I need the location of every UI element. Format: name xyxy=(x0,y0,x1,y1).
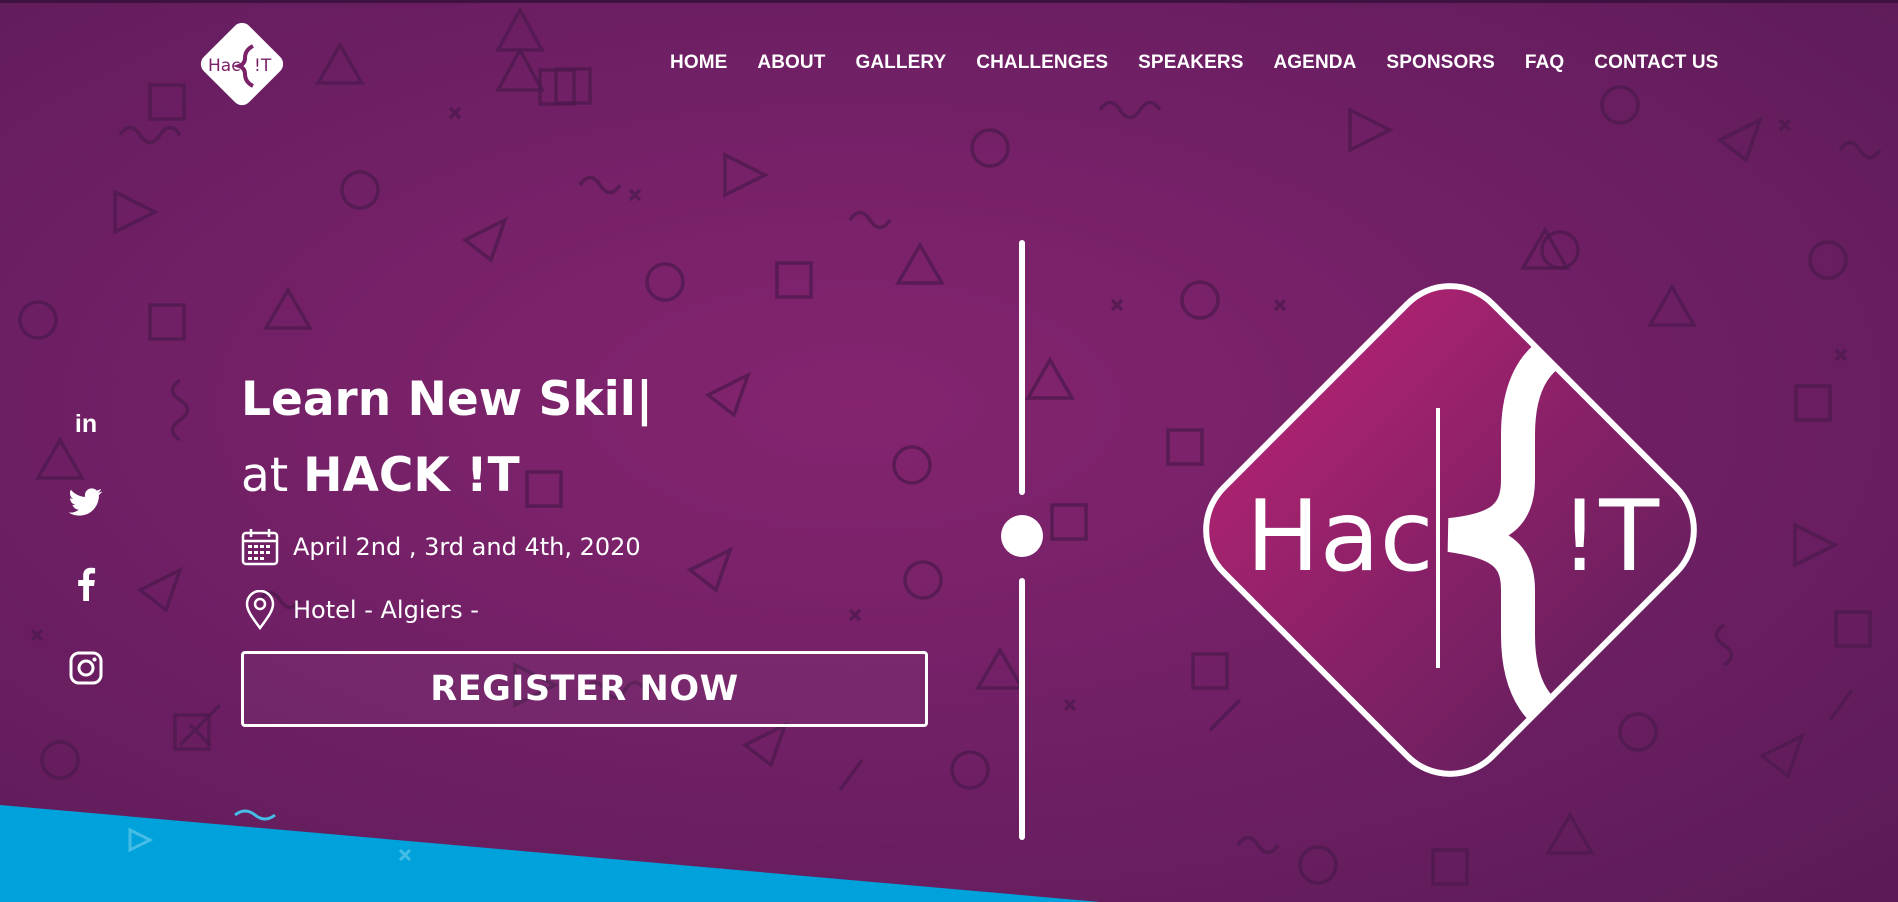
event-location-row: Hotel - Algiers - xyxy=(241,590,479,630)
svg-text:!T: !T xyxy=(254,56,272,76)
nav-about[interactable]: ABOUT xyxy=(757,52,825,74)
nav-faq[interactable]: FAQ xyxy=(1525,52,1564,74)
nav-home[interactable]: HOME xyxy=(670,52,727,74)
headline-brand: HACK !T xyxy=(303,448,520,503)
nav-agenda[interactable]: AGENDA xyxy=(1273,52,1356,74)
nav-sponsors[interactable]: SPONSORS xyxy=(1386,52,1495,74)
event-date-row: April 2nd , 3rd and 4th, 2020 xyxy=(241,528,641,566)
headline-line-1: Learn New Skil| xyxy=(241,372,654,427)
facebook-icon xyxy=(78,567,96,601)
nav-speakers[interactable]: SPEAKERS xyxy=(1138,52,1243,74)
headline-line-2: at HACK !T xyxy=(241,438,653,514)
svg-text:Hac: Hac xyxy=(1246,480,1434,594)
vertical-divider xyxy=(1001,240,1043,840)
header-logo[interactable]: Hac !T xyxy=(190,12,294,116)
svg-text:!T: !T xyxy=(1560,480,1660,594)
event-location: Hotel - Algiers - xyxy=(293,596,479,624)
hero-headline: Learn New Skil| at HACK !T xyxy=(241,362,653,514)
calendar-icon xyxy=(241,529,279,566)
twitter-icon xyxy=(69,488,103,516)
nav-contact-us[interactable]: CONTACT US xyxy=(1594,52,1718,74)
event-date: April 2nd , 3rd and 4th, 2020 xyxy=(293,533,641,561)
linkedin-link[interactable]: in xyxy=(66,404,106,444)
twitter-link[interactable] xyxy=(66,482,106,522)
facebook-link[interactable] xyxy=(66,564,106,604)
hero-logo: Hac !T xyxy=(1203,283,1697,777)
instagram-link[interactable] xyxy=(66,648,106,688)
location-pin-icon xyxy=(245,590,275,630)
nav-gallery[interactable]: GALLERY xyxy=(855,52,946,74)
linkedin-icon: in xyxy=(74,409,98,438)
register-now-button[interactable]: REGISTER NOW xyxy=(241,651,928,727)
headline-prefix: at xyxy=(241,448,304,503)
nav-challenges[interactable]: CHALLENGES xyxy=(976,52,1108,74)
main-nav: HOME ABOUT GALLERY CHALLENGES SPEAKERS A… xyxy=(670,52,1748,74)
instagram-icon xyxy=(69,651,103,685)
